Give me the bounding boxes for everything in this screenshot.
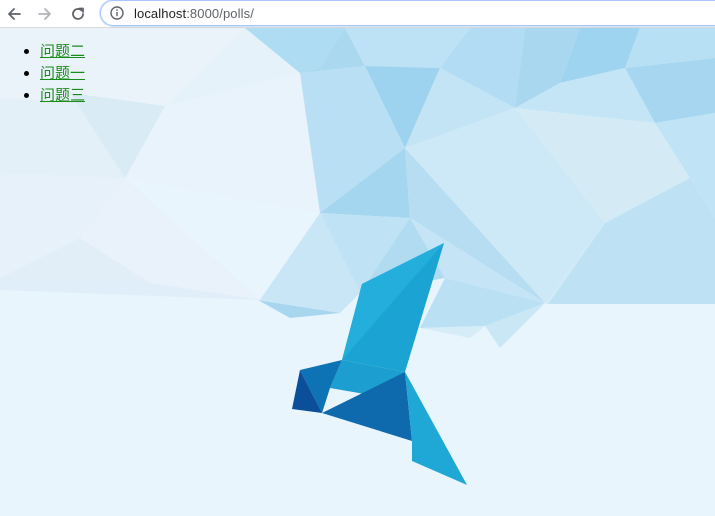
low-poly-background	[0, 28, 715, 485]
url-host: localhost	[134, 6, 187, 21]
poll-link[interactable]: 问题二	[40, 42, 85, 60]
list-item: 问题二	[40, 40, 85, 62]
list-item: 问题一	[40, 62, 85, 84]
poll-link[interactable]: 问题三	[40, 86, 85, 104]
forward-button[interactable]	[33, 2, 57, 26]
poll-list: 问题二 问题一 问题三	[0, 40, 85, 106]
info-icon[interactable]	[110, 6, 124, 20]
poll-link[interactable]: 问题一	[40, 64, 85, 82]
url-path: :8000/polls/	[186, 6, 254, 21]
list-item: 问题三	[40, 84, 85, 106]
page-viewport: 问题二 问题一 问题三	[0, 28, 715, 516]
arrow-left-icon	[6, 6, 22, 22]
reload-icon	[70, 6, 86, 22]
address-bar[interactable]: localhost:8000/polls/	[100, 0, 715, 26]
reload-button[interactable]	[66, 2, 90, 26]
back-button[interactable]	[2, 2, 26, 26]
url-text: localhost:8000/polls/	[134, 6, 254, 21]
arrow-right-icon	[37, 6, 53, 22]
browser-toolbar: localhost:8000/polls/	[0, 0, 715, 28]
